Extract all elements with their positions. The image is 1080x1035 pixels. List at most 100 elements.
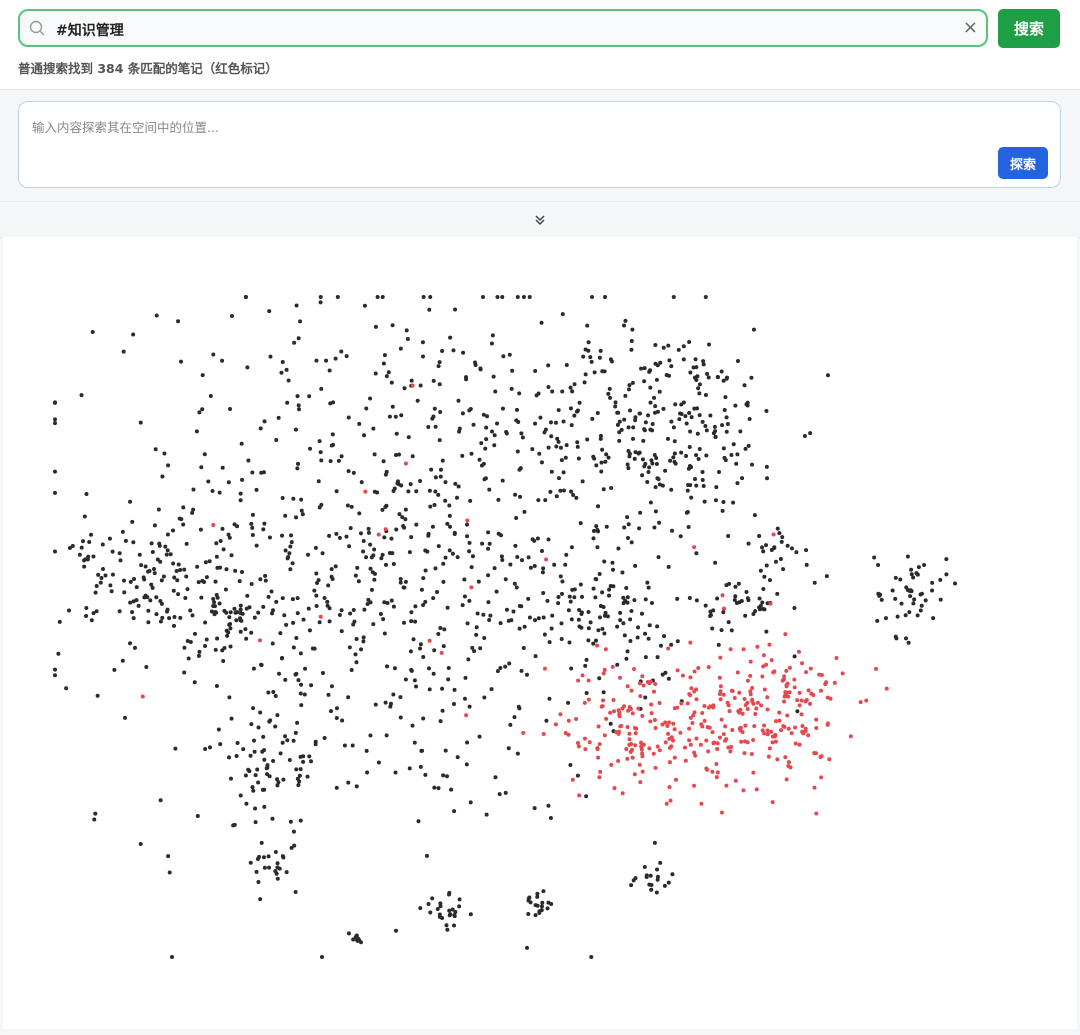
note-point[interactable] bbox=[490, 333, 495, 338]
note-point[interactable] bbox=[178, 568, 183, 573]
note-point[interactable] bbox=[602, 369, 607, 374]
note-point[interactable] bbox=[139, 563, 144, 568]
note-point[interactable] bbox=[483, 446, 488, 451]
note-point[interactable] bbox=[443, 555, 448, 560]
note-point[interactable] bbox=[465, 621, 470, 626]
note-point[interactable] bbox=[155, 557, 160, 562]
note-point[interactable] bbox=[157, 541, 162, 546]
note-point[interactable] bbox=[543, 427, 548, 432]
note-point[interactable] bbox=[625, 595, 630, 600]
note-point[interactable] bbox=[53, 490, 57, 495]
note-point[interactable] bbox=[437, 438, 442, 443]
note-point[interactable] bbox=[715, 375, 720, 380]
note-point[interactable] bbox=[452, 702, 457, 707]
note-point[interactable] bbox=[618, 618, 623, 623]
note-point[interactable] bbox=[693, 477, 698, 482]
note-point[interactable] bbox=[654, 461, 659, 466]
match-point[interactable] bbox=[728, 647, 733, 652]
note-point[interactable] bbox=[689, 495, 694, 500]
note-point[interactable] bbox=[421, 576, 426, 581]
note-point[interactable] bbox=[399, 483, 404, 488]
note-point[interactable] bbox=[207, 559, 212, 564]
note-point[interactable] bbox=[740, 476, 745, 481]
match-point[interactable] bbox=[647, 746, 652, 751]
note-point[interactable] bbox=[418, 479, 423, 484]
note-point[interactable] bbox=[457, 429, 462, 434]
match-point[interactable] bbox=[630, 755, 635, 760]
note-point[interactable] bbox=[508, 722, 513, 727]
note-point[interactable] bbox=[642, 379, 647, 384]
note-point[interactable] bbox=[716, 642, 721, 647]
note-point[interactable] bbox=[462, 594, 467, 599]
note-point[interactable] bbox=[904, 585, 909, 590]
note-point[interactable] bbox=[320, 551, 325, 556]
note-point[interactable] bbox=[103, 573, 108, 578]
note-point[interactable] bbox=[159, 578, 164, 583]
note-point[interactable] bbox=[584, 690, 589, 695]
match-point[interactable] bbox=[637, 681, 642, 686]
match-point[interactable] bbox=[675, 668, 680, 673]
note-point[interactable] bbox=[429, 467, 434, 472]
note-point[interactable] bbox=[176, 562, 181, 567]
note-point[interactable] bbox=[694, 598, 699, 603]
note-point[interactable] bbox=[585, 323, 590, 328]
note-point[interactable] bbox=[420, 748, 425, 753]
note-point[interactable] bbox=[630, 380, 635, 385]
note-point[interactable] bbox=[280, 854, 285, 859]
note-point[interactable] bbox=[642, 366, 647, 371]
note-point[interactable] bbox=[280, 740, 285, 745]
note-point[interactable] bbox=[235, 610, 240, 615]
note-point[interactable] bbox=[239, 441, 244, 446]
note-point[interactable] bbox=[346, 931, 351, 936]
note-point[interactable] bbox=[678, 534, 683, 539]
match-point[interactable] bbox=[775, 757, 780, 762]
note-point[interactable] bbox=[123, 715, 128, 720]
note-point[interactable] bbox=[215, 636, 220, 641]
note-point[interactable] bbox=[254, 543, 259, 548]
match-point[interactable] bbox=[704, 738, 709, 743]
match-point[interactable] bbox=[640, 674, 645, 679]
note-point[interactable] bbox=[294, 303, 299, 308]
note-point[interactable] bbox=[656, 555, 661, 560]
note-point[interactable] bbox=[460, 453, 465, 458]
match-point[interactable] bbox=[699, 722, 704, 727]
match-point[interactable] bbox=[608, 710, 613, 715]
note-point[interactable] bbox=[572, 595, 577, 600]
note-point[interactable] bbox=[511, 609, 516, 614]
match-point[interactable] bbox=[638, 780, 643, 785]
note-point[interactable] bbox=[757, 596, 762, 601]
match-point[interactable] bbox=[740, 711, 745, 716]
note-point[interactable] bbox=[712, 424, 717, 429]
match-point[interactable] bbox=[610, 664, 615, 669]
note-point[interactable] bbox=[571, 492, 576, 497]
note-point[interactable] bbox=[583, 372, 588, 377]
note-point[interactable] bbox=[390, 404, 395, 409]
note-point[interactable] bbox=[305, 774, 310, 779]
note-point[interactable] bbox=[178, 615, 183, 620]
note-point[interactable] bbox=[282, 613, 287, 618]
note-point[interactable] bbox=[268, 354, 273, 359]
note-point[interactable] bbox=[389, 380, 394, 385]
note-point[interactable] bbox=[239, 569, 244, 574]
note-point[interactable] bbox=[326, 692, 331, 697]
note-point[interactable] bbox=[737, 600, 742, 605]
note-point[interactable] bbox=[473, 362, 478, 367]
match-point[interactable] bbox=[780, 678, 785, 683]
match-point[interactable] bbox=[786, 694, 791, 699]
note-point[interactable] bbox=[533, 368, 538, 373]
note-point[interactable] bbox=[117, 551, 122, 556]
note-point[interactable] bbox=[724, 376, 729, 381]
note-point[interactable] bbox=[500, 406, 505, 411]
note-point[interactable] bbox=[169, 955, 174, 959]
note-point[interactable] bbox=[589, 955, 594, 959]
note-point[interactable] bbox=[261, 604, 266, 609]
match-point[interactable] bbox=[583, 747, 588, 752]
note-point[interactable] bbox=[418, 383, 423, 388]
note-point[interactable] bbox=[228, 610, 233, 615]
note-point[interactable] bbox=[172, 615, 177, 620]
note-point[interactable] bbox=[628, 617, 633, 622]
match-point[interactable] bbox=[521, 730, 526, 735]
note-point[interactable] bbox=[387, 414, 392, 419]
note-point[interactable] bbox=[563, 562, 568, 567]
note-point[interactable] bbox=[172, 623, 177, 628]
